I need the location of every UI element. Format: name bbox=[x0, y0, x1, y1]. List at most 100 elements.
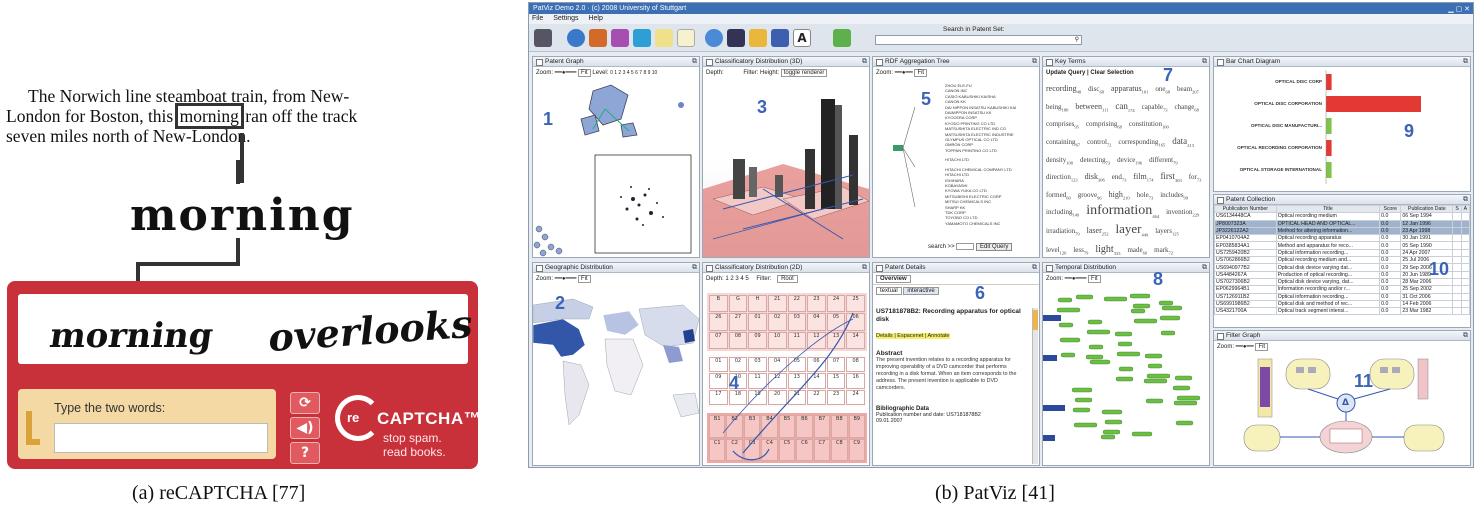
key-term[interactable]: high210 bbox=[1109, 190, 1130, 201]
class-cell[interactable]: 13 bbox=[787, 373, 807, 389]
class-cell[interactable]: B3 bbox=[743, 415, 761, 438]
key-term[interactable]: groove96 bbox=[1078, 191, 1102, 200]
column-header[interactable]: A bbox=[1460, 204, 1470, 214]
class-cell[interactable]: 15 bbox=[826, 373, 846, 389]
temporal-mark[interactable] bbox=[1145, 398, 1164, 404]
class-cell[interactable]: B bbox=[709, 295, 728, 313]
class-cell[interactable]: 06 bbox=[807, 357, 826, 373]
key-term[interactable]: constitution100 bbox=[1129, 120, 1169, 129]
class-cell[interactable]: C4 bbox=[761, 438, 778, 461]
temporal-mark[interactable] bbox=[1146, 373, 1171, 379]
root-button[interactable]: Root bbox=[777, 275, 798, 283]
column-header[interactable]: Publication Date bbox=[1400, 204, 1454, 214]
class-grid-top[interactable]: B G H 21 22 23 24 25 26 27 01 02 03 04 05 06 07 08 09 10 11 1… bbox=[707, 293, 867, 351]
refresh-button[interactable]: ⟳ bbox=[290, 392, 320, 414]
temporal-mark[interactable] bbox=[1158, 300, 1174, 306]
cube-icon[interactable] bbox=[633, 29, 651, 47]
bar[interactable] bbox=[1326, 74, 1332, 90]
temporal-canvas[interactable] bbox=[1043, 285, 1209, 465]
fit-button[interactable]: Fit bbox=[578, 69, 591, 77]
temporal-mark[interactable] bbox=[1133, 318, 1158, 324]
class-cell[interactable]: 08 bbox=[728, 331, 748, 349]
key-term[interactable]: mark72 bbox=[1154, 246, 1173, 255]
class-cell[interactable]: 21 bbox=[787, 389, 807, 405]
class-cell[interactable]: 24 bbox=[846, 389, 865, 405]
key-term[interactable]: density100 bbox=[1046, 156, 1073, 165]
zoom-slider[interactable]: ━━●━━ bbox=[1236, 344, 1254, 350]
key-term[interactable]: recording48 bbox=[1046, 84, 1081, 95]
text-icon[interactable]: A bbox=[793, 29, 811, 47]
temporal-mark[interactable] bbox=[1104, 419, 1123, 425]
class-cell[interactable]: 23 bbox=[826, 389, 846, 405]
class-cell[interactable]: 11 bbox=[748, 373, 767, 389]
toggle-renderer-button[interactable]: toggle renderer bbox=[780, 69, 828, 77]
temporal-mark[interactable] bbox=[1056, 307, 1081, 313]
class-3d-canvas[interactable] bbox=[703, 79, 869, 257]
temporal-mark[interactable] bbox=[1060, 352, 1076, 358]
class-cell[interactable]: 02 bbox=[728, 357, 748, 373]
key-term[interactable]: less79 bbox=[1073, 246, 1088, 255]
class-cell[interactable]: 24 bbox=[826, 295, 846, 313]
key-term[interactable]: film174 bbox=[1133, 172, 1153, 183]
bar-chart-icon[interactable] bbox=[749, 29, 767, 47]
key-term[interactable]: layer449 bbox=[1116, 221, 1149, 238]
class-cell[interactable]: H bbox=[748, 295, 767, 313]
bar[interactable] bbox=[1326, 162, 1332, 178]
key-term[interactable]: light333 bbox=[1095, 244, 1120, 256]
class-cell[interactable]: 21 bbox=[767, 295, 787, 313]
key-term[interactable]: disk306 bbox=[1085, 172, 1105, 183]
table-row[interactable]: US6991986B2 Optical disk and method of re… bbox=[1214, 299, 1470, 309]
temporal-mark[interactable] bbox=[1074, 397, 1093, 403]
class-cell[interactable]: 06 bbox=[846, 313, 865, 331]
key-term[interactable]: capable73 bbox=[1142, 103, 1168, 112]
class-cell[interactable]: 12 bbox=[767, 373, 787, 389]
class-cell[interactable]: 17 bbox=[709, 389, 728, 405]
temporal-mark[interactable] bbox=[1057, 297, 1073, 303]
fit-button[interactable]: Fit bbox=[1088, 275, 1101, 283]
key-term[interactable]: change68 bbox=[1175, 103, 1199, 112]
temporal-mark[interactable] bbox=[1129, 293, 1151, 299]
key-term[interactable]: one68 bbox=[1155, 85, 1170, 94]
class-cell[interactable]: 07 bbox=[709, 331, 728, 349]
rdf-tree-item[interactable]: TOPPAN PRINTING CO LTD bbox=[945, 148, 1039, 153]
table-row[interactable]: US4321700A Optical track segment intensi.… bbox=[1214, 307, 1470, 316]
class-cell[interactable]: 01 bbox=[709, 357, 728, 373]
temporal-mark[interactable] bbox=[1118, 366, 1134, 372]
class-cell[interactable]: 10 bbox=[767, 331, 787, 349]
bar[interactable] bbox=[1326, 118, 1332, 134]
key-term[interactable]: containing67 bbox=[1046, 138, 1080, 147]
tab-overview[interactable]: Overview bbox=[876, 275, 911, 283]
temporal-mark[interactable] bbox=[1161, 305, 1183, 311]
key-term[interactable]: control72 bbox=[1087, 138, 1111, 147]
export-icon[interactable] bbox=[833, 29, 851, 47]
temporal-mark[interactable] bbox=[1075, 294, 1094, 300]
class-cell[interactable]: 23 bbox=[807, 295, 826, 313]
bar[interactable] bbox=[1326, 96, 1421, 112]
class-cell[interactable]: 04 bbox=[767, 357, 787, 373]
timeline-icon[interactable] bbox=[727, 29, 745, 47]
temporal-mark[interactable] bbox=[1103, 296, 1128, 302]
fit-button[interactable]: Fit bbox=[914, 69, 928, 77]
key-term[interactable]: between111 bbox=[1075, 102, 1108, 113]
class-cell[interactable]: G bbox=[728, 295, 748, 313]
key-term[interactable]: layers125 bbox=[1155, 227, 1178, 236]
class-grid-bottom[interactable]: B1 B2 B3 B4 B5 B6 B7 B8 B9 C1 C2 C3 C4 C5 C6 C7 C8 C9 bbox=[707, 413, 867, 463]
table-row[interactable]: JP8007323A OPTICAL HEAD AND OPTICAL... 0.0… bbox=[1214, 219, 1470, 228]
class-cell[interactable]: 19 bbox=[748, 389, 767, 405]
rdf-tree-item[interactable]: HITACHI LTD bbox=[945, 157, 1039, 162]
tab-textual[interactable]: textual bbox=[876, 287, 902, 295]
map-icon[interactable] bbox=[705, 29, 723, 47]
window-controls[interactable]: ▁ ▢ ✕ bbox=[1448, 4, 1470, 15]
key-term[interactable]: data213 bbox=[1172, 136, 1194, 148]
temporal-mark[interactable] bbox=[1115, 376, 1134, 382]
table-row[interactable]: EP0385834A1 Method and apparatus for reco… bbox=[1214, 241, 1470, 250]
grid-icon[interactable] bbox=[771, 29, 789, 47]
column-header[interactable]: Title bbox=[1275, 204, 1381, 214]
temporal-mark[interactable] bbox=[1130, 308, 1146, 314]
temporal-mark[interactable] bbox=[1172, 385, 1191, 391]
class-cell[interactable]: 09 bbox=[709, 373, 728, 389]
key-term[interactable]: being180 bbox=[1046, 103, 1068, 112]
patent-graph-canvas[interactable] bbox=[533, 79, 699, 257]
key-term[interactable]: includes99 bbox=[1160, 191, 1188, 200]
temporal-mark[interactable] bbox=[1072, 407, 1091, 413]
